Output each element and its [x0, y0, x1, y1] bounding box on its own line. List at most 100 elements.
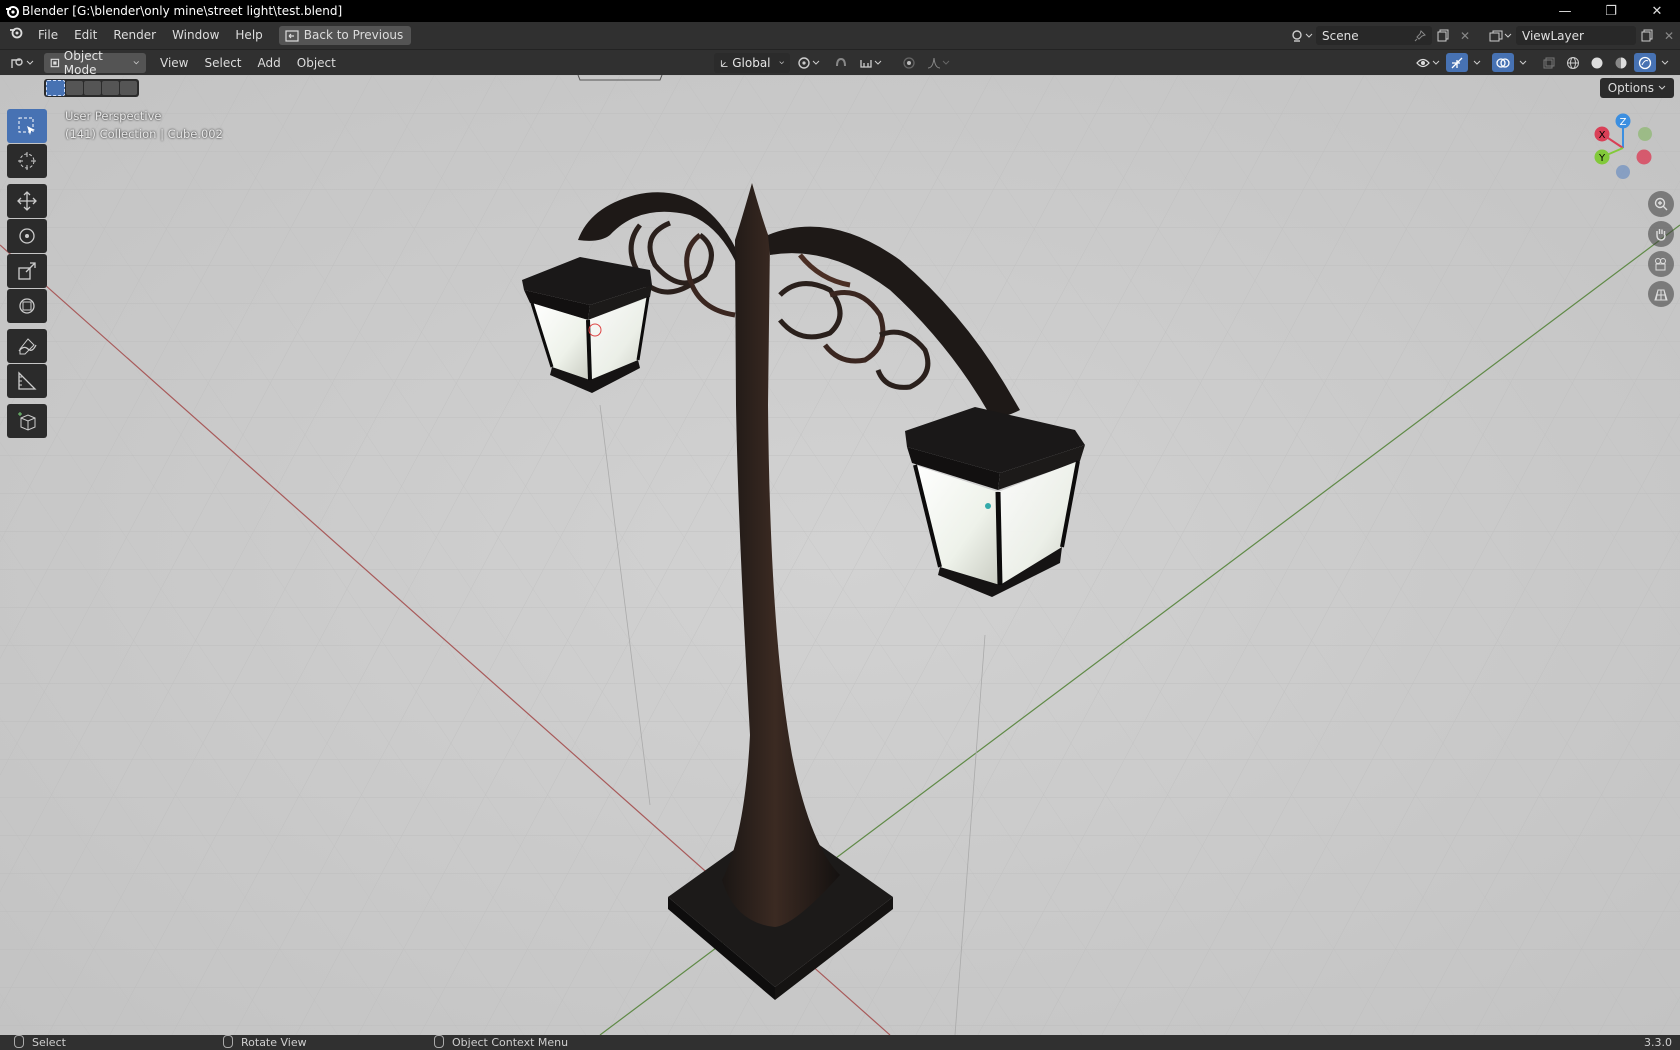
editor-type-dropdown[interactable] — [6, 53, 40, 73]
snap-toggle-icon[interactable] — [830, 54, 852, 73]
orientation-label: Global — [732, 56, 771, 70]
proportional-falloff-icon[interactable] — [926, 54, 952, 73]
cursor-tool[interactable] — [7, 144, 47, 178]
mouse-left-icon — [14, 1035, 24, 1048]
add-cube-icon — [18, 412, 36, 431]
measure-tool[interactable] — [7, 364, 47, 398]
gizmo-toggle-icon[interactable] — [1446, 53, 1468, 72]
shading-dropdown-icon[interactable] — [1658, 53, 1672, 72]
minimize-button[interactable]: — — [1542, 0, 1588, 22]
status-select-label: Select — [32, 1036, 66, 1049]
menu-window[interactable]: Window — [164, 22, 227, 49]
shading-solid-icon[interactable] — [1586, 53, 1608, 72]
gizmo-z-label: Z — [1620, 117, 1627, 128]
chevron-down-icon — [778, 61, 784, 65]
select-intersect-icon[interactable] — [120, 81, 137, 95]
blender-menu-icon[interactable] — [0, 22, 30, 49]
measure-icon — [18, 371, 37, 390]
visibility-eye-icon[interactable] — [1414, 53, 1444, 72]
shading-wireframe-icon[interactable] — [1562, 53, 1584, 72]
viewport-header: Object Mode View Select Add Object Globa… — [0, 49, 1680, 77]
select-invert-icon[interactable] — [102, 81, 119, 95]
menu-select[interactable]: Select — [198, 53, 247, 73]
rotate-icon — [19, 228, 35, 244]
xray-toggle-icon[interactable] — [1538, 53, 1560, 72]
select-box-icon — [18, 117, 35, 135]
collection-info-label: (141) Collection | Cube.002 — [65, 127, 223, 141]
gizmo-dropdown-icon[interactable] — [1470, 53, 1484, 72]
orientation-dropdown[interactable]: Global — [714, 53, 790, 73]
tool-shelf — [7, 109, 47, 439]
select-box-tool[interactable] — [7, 109, 47, 143]
perspective-toggle-icon[interactable] — [1648, 281, 1674, 307]
viewlayer-name: ViewLayer — [1522, 28, 1584, 43]
annotate-tool[interactable] — [7, 329, 47, 363]
new-scene-icon[interactable] — [1432, 26, 1454, 45]
title-bar: Blender [G:\blender\only mine\street lig… — [0, 0, 1680, 22]
version-label: 3.3.0 — [1644, 1036, 1672, 1049]
scale-tool[interactable] — [7, 254, 47, 288]
overlay-dropdown-icon[interactable] — [1516, 53, 1530, 72]
menu-help[interactable]: Help — [227, 22, 270, 49]
menu-edit[interactable]: Edit — [66, 22, 105, 49]
scene-field[interactable]: Scene — [1316, 26, 1432, 45]
options-label: Options — [1607, 81, 1654, 95]
pivot-point-icon[interactable] — [796, 54, 824, 73]
restore-button[interactable]: ❐ — [1588, 0, 1634, 22]
menu-object[interactable]: Object — [291, 53, 342, 73]
delete-scene-icon[interactable]: ✕ — [1454, 26, 1476, 45]
cursor-icon — [18, 152, 36, 170]
rotate-tool[interactable] — [7, 219, 47, 253]
camera-view-icon[interactable] — [1648, 251, 1674, 277]
mode-dropdown[interactable]: Object Mode — [44, 49, 146, 77]
navigation-tools — [1648, 191, 1674, 311]
viewlayer-browse-icon[interactable] — [1486, 26, 1516, 45]
top-bar: File Edit Render Window Help Back to Pre… — [0, 22, 1680, 49]
menu-file[interactable]: File — [30, 22, 66, 49]
mode-label: Object Mode — [63, 49, 103, 77]
3d-viewport[interactable]: User Perspective (141) Collection | Cube… — [0, 75, 1680, 1035]
status-context: Object Context Menu — [434, 1035, 568, 1050]
zoom-icon[interactable] — [1648, 191, 1674, 217]
move-icon — [17, 191, 37, 211]
shading-rendered-icon[interactable] — [1634, 53, 1656, 72]
transform-tool[interactable] — [7, 289, 47, 323]
select-subtract-icon[interactable] — [84, 81, 101, 95]
annotate-icon — [18, 338, 37, 355]
mouse-middle-icon — [223, 1035, 233, 1048]
menu-view[interactable]: View — [154, 53, 194, 73]
pan-hand-icon[interactable] — [1648, 221, 1674, 247]
perspective-label: User Perspective — [65, 109, 162, 123]
move-tool[interactable] — [7, 184, 47, 218]
scene-browse-icon[interactable] — [1288, 26, 1316, 45]
pin-icon[interactable] — [1414, 29, 1426, 42]
window-title: Blender [G:\blender\only mine\street lig… — [22, 4, 343, 18]
menu-render[interactable]: Render — [105, 22, 164, 49]
chevron-down-icon — [1658, 85, 1666, 90]
screen-back-icon — [285, 29, 299, 42]
status-rotate-label: Rotate View — [241, 1036, 307, 1049]
menu-add[interactable]: Add — [252, 53, 287, 73]
close-button[interactable]: ✕ — [1634, 0, 1680, 22]
scale-icon — [18, 262, 36, 280]
selection-mode-buttons — [44, 79, 139, 97]
overlay-toggle-icon[interactable] — [1492, 53, 1514, 72]
navigation-gizmo[interactable]: Z X Y — [1588, 113, 1658, 183]
delete-viewlayer-icon[interactable]: ✕ — [1658, 26, 1680, 45]
chevron-down-icon — [134, 61, 140, 65]
select-extend-icon[interactable] — [66, 81, 83, 95]
shading-material-icon[interactable] — [1610, 53, 1632, 72]
scene-render — [0, 75, 1680, 1035]
blender-window: Blender [G:\blender\only mine\street lig… — [0, 0, 1680, 1050]
select-new-icon[interactable] — [46, 80, 65, 96]
status-bar: Select Rotate View Object Context Menu 3… — [0, 1035, 1680, 1050]
proportional-edit-icon[interactable] — [898, 54, 920, 73]
options-dropdown[interactable]: Options — [1599, 78, 1674, 98]
add-cube-tool[interactable] — [7, 404, 47, 438]
snap-increment-icon[interactable] — [858, 54, 886, 73]
back-to-previous-button[interactable]: Back to Previous — [278, 26, 412, 45]
viewlayer-field[interactable]: ViewLayer — [1516, 26, 1636, 45]
gizmo-x-label: X — [1599, 130, 1606, 141]
status-select: Select — [14, 1035, 66, 1050]
new-viewlayer-icon[interactable] — [1636, 26, 1658, 45]
